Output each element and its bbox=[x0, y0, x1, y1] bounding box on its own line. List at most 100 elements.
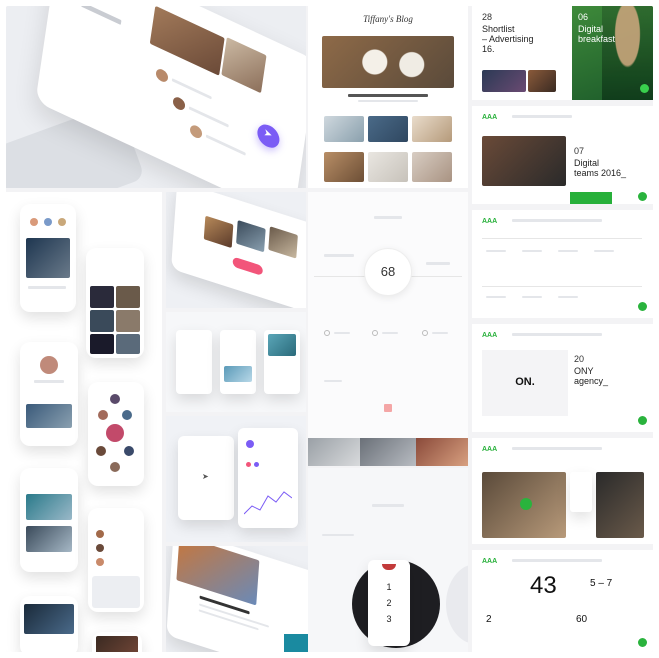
circle-node bbox=[110, 394, 120, 404]
phone-dark bbox=[20, 596, 78, 652]
card-day: 06 bbox=[578, 12, 589, 22]
calendar-cell bbox=[594, 250, 614, 252]
mini-phone bbox=[570, 472, 592, 512]
indicator bbox=[254, 462, 259, 467]
card-image bbox=[224, 366, 252, 382]
panel-agency-ony: AAA ON. 20 ONY agency_ bbox=[472, 324, 653, 432]
divider bbox=[482, 238, 642, 239]
post-caption bbox=[28, 286, 66, 289]
user-image bbox=[26, 404, 72, 428]
arrow-icon: ➤ bbox=[262, 127, 273, 142]
stat-label bbox=[432, 332, 448, 334]
play-button[interactable] bbox=[520, 498, 532, 510]
fab-button[interactable]: ➤ bbox=[255, 120, 281, 152]
blog-thumb-6 bbox=[412, 152, 452, 182]
blog-hero-image bbox=[322, 36, 454, 88]
stat-label bbox=[382, 332, 398, 334]
panel-dashboard: 68 bbox=[308, 192, 468, 438]
panel-agency-stats: AAA 43 5 – 7 2 60 bbox=[472, 550, 653, 652]
card-title: Digital breakfast bbox=[578, 24, 615, 44]
card-title-line: agency_ bbox=[574, 376, 609, 386]
card-phone bbox=[220, 330, 256, 394]
book-button[interactable] bbox=[232, 256, 264, 276]
avatar bbox=[189, 123, 203, 141]
list-phone: 1 2 3 bbox=[368, 560, 410, 646]
strip-image bbox=[416, 438, 468, 466]
action-button[interactable] bbox=[638, 416, 647, 425]
action-button[interactable] bbox=[638, 638, 647, 647]
blog-thumb-2 bbox=[368, 116, 408, 142]
action-button[interactable] bbox=[638, 302, 647, 311]
nav-bar bbox=[512, 333, 602, 336]
brand-logo: AAA bbox=[482, 332, 498, 339]
list-item-number[interactable]: 1 bbox=[368, 582, 410, 592]
list-item-number[interactable]: 2 bbox=[368, 598, 410, 608]
card-image bbox=[528, 70, 556, 92]
card-title-line: Shortlist bbox=[482, 24, 515, 34]
list-item-number[interactable]: 3 bbox=[368, 614, 410, 624]
action-button[interactable] bbox=[640, 84, 649, 93]
gauge-value: 68 bbox=[380, 264, 396, 279]
card-title-line: teams 2016_ bbox=[574, 168, 627, 178]
nav-bar bbox=[512, 447, 602, 450]
toggle-icon[interactable] bbox=[324, 330, 330, 336]
card-title-line: breakfast bbox=[578, 34, 616, 44]
collage-frame: ➤ Tiffany's Blog 28 Shortlist – Advertis… bbox=[6, 6, 653, 652]
keyboard[interactable] bbox=[92, 576, 140, 608]
blog-title: Tiffany's Blog bbox=[363, 14, 413, 24]
phone-circles bbox=[88, 382, 144, 486]
circle-node bbox=[98, 410, 108, 420]
dark-image bbox=[96, 636, 138, 652]
card-title-line: – Advertising bbox=[482, 34, 534, 44]
toggle-icon[interactable] bbox=[422, 330, 428, 336]
travel-device bbox=[171, 192, 306, 308]
panel-tablet-list: ➤ bbox=[6, 6, 306, 188]
card-day: 07 bbox=[574, 146, 585, 156]
nav-bar bbox=[512, 559, 602, 562]
phone-notch bbox=[382, 564, 396, 570]
card-phone bbox=[264, 330, 300, 394]
dashboard-title bbox=[374, 216, 402, 219]
phone-dark-2 bbox=[92, 632, 142, 652]
section-label bbox=[324, 380, 342, 382]
panel-agency-people: AAA bbox=[472, 438, 653, 544]
stat-small: 2 bbox=[486, 614, 492, 625]
action-button[interactable] bbox=[638, 192, 647, 201]
avatar bbox=[40, 356, 58, 374]
circle-node bbox=[110, 462, 120, 472]
card-image bbox=[482, 136, 566, 186]
agency-logo: ON. bbox=[515, 376, 535, 388]
avatar bbox=[96, 530, 104, 538]
line-chart bbox=[244, 491, 292, 515]
stat-label bbox=[324, 254, 354, 257]
brand-logo: AAA bbox=[482, 114, 498, 121]
panel-phones bbox=[6, 192, 162, 652]
card-title: ONY agency_ bbox=[574, 366, 608, 386]
toggle-icon[interactable] bbox=[372, 330, 378, 336]
tablet-hero-image bbox=[149, 6, 225, 76]
avatar bbox=[96, 558, 104, 566]
blog-thumb-3 bbox=[412, 116, 452, 142]
card-day: 20 bbox=[574, 354, 585, 364]
portrait-image bbox=[596, 472, 644, 538]
feed-image bbox=[26, 526, 72, 552]
alert-badge bbox=[384, 404, 392, 412]
card-title-line: 16. bbox=[482, 44, 495, 54]
circle-node bbox=[96, 446, 106, 456]
map-card: ➤ bbox=[178, 436, 234, 520]
tablet-title-bar bbox=[81, 6, 122, 25]
calendar-cell bbox=[486, 296, 506, 298]
stat-big: 43 bbox=[530, 572, 557, 599]
card-title-line: Digital bbox=[578, 24, 604, 34]
nav-bar bbox=[512, 115, 572, 118]
gauge: 68 bbox=[364, 248, 412, 296]
phone-chat bbox=[88, 508, 144, 612]
card-title-line: ONY bbox=[574, 366, 594, 376]
travel-image bbox=[268, 226, 298, 259]
strip-image bbox=[360, 438, 416, 466]
calendar-cell bbox=[522, 296, 542, 298]
avatar bbox=[44, 218, 52, 226]
florence-image bbox=[176, 546, 260, 606]
blog-thumb-1 bbox=[324, 116, 364, 142]
section-label bbox=[322, 534, 354, 536]
